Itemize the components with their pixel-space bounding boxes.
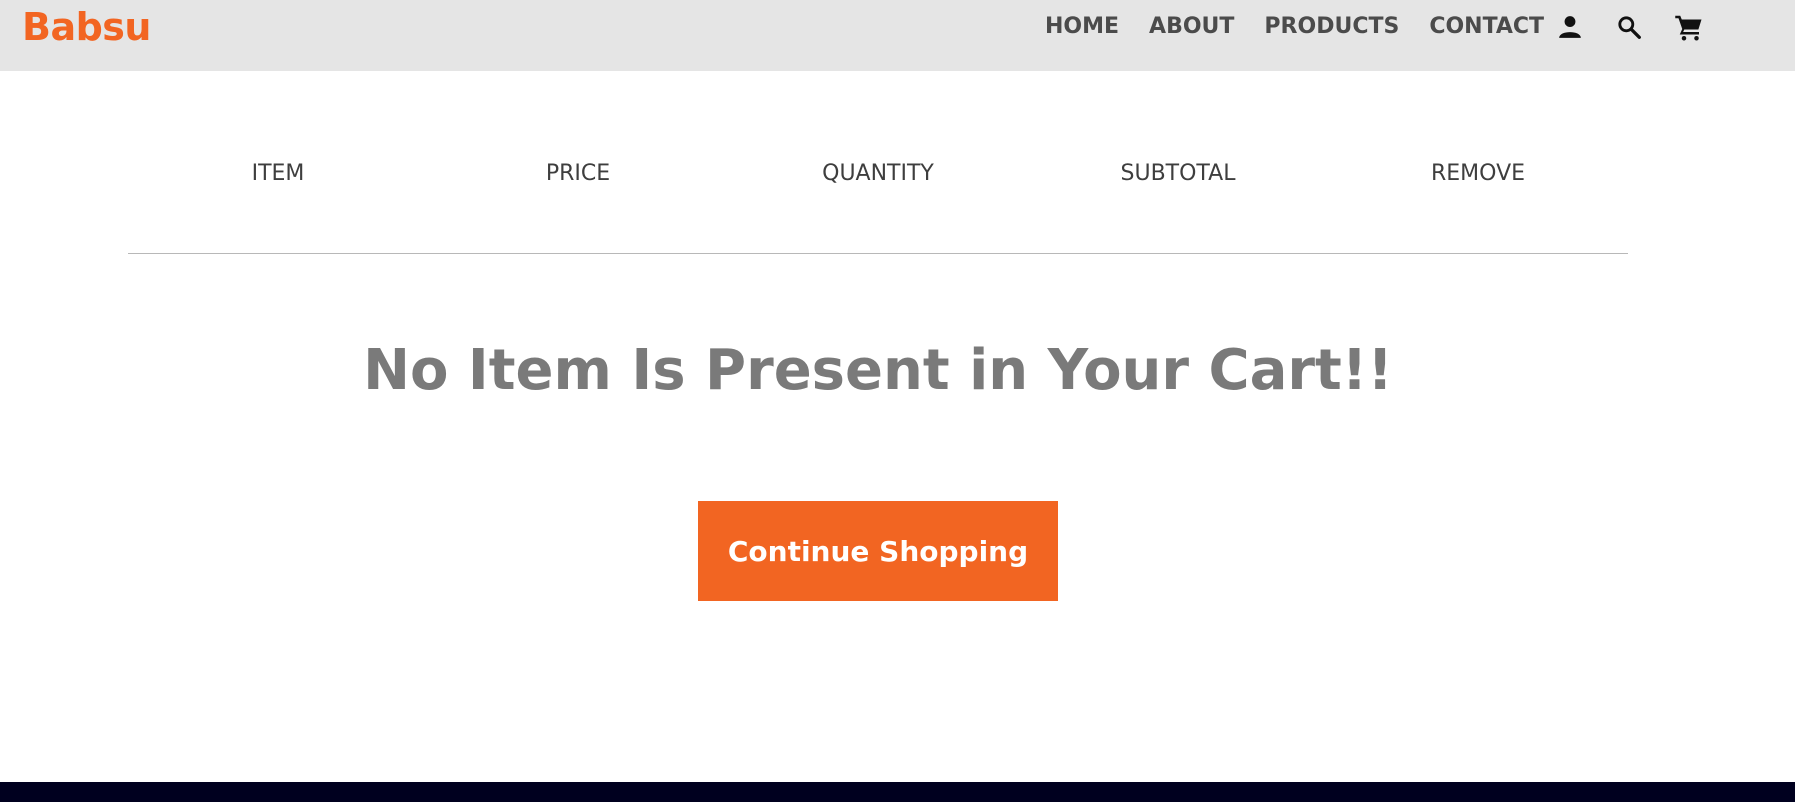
column-header-subtotal: SUBTOTAL — [1120, 161, 1236, 186]
column-header-remove: REMOVE — [1430, 161, 1526, 186]
empty-cart-message: No Item Is Present in Your Cart!! — [363, 338, 1393, 403]
continue-shopping-button[interactable]: Continue Shopping — [698, 501, 1058, 601]
cart-table-header: ITEM PRICE QUANTITY SUBTOTAL REMOVE — [128, 160, 1628, 188]
header-divider — [128, 253, 1628, 254]
column-header-quantity: QUANTITY — [822, 161, 934, 186]
nav-about-link[interactable]: ABOUT — [1149, 13, 1234, 41]
nav-contact-link[interactable]: CONTACT — [1429, 13, 1544, 41]
column-header-price: PRICE — [545, 161, 611, 186]
footer-bar — [0, 782, 1795, 802]
search-icon[interactable] — [1613, 11, 1645, 43]
top-navbar: Babsu HOME ABOUT PRODUCTS CONTACT — [0, 0, 1795, 71]
brand-logo[interactable]: Babsu — [22, 4, 151, 50]
user-icon[interactable] — [1554, 11, 1586, 43]
column-header-item: ITEM — [251, 161, 305, 186]
nav-home-link[interactable]: HOME — [1045, 13, 1119, 41]
cart-icon[interactable] — [1673, 11, 1705, 43]
main-nav: HOME ABOUT PRODUCTS CONTACT — [1045, 13, 1544, 41]
nav-products-link[interactable]: PRODUCTS — [1264, 13, 1399, 41]
